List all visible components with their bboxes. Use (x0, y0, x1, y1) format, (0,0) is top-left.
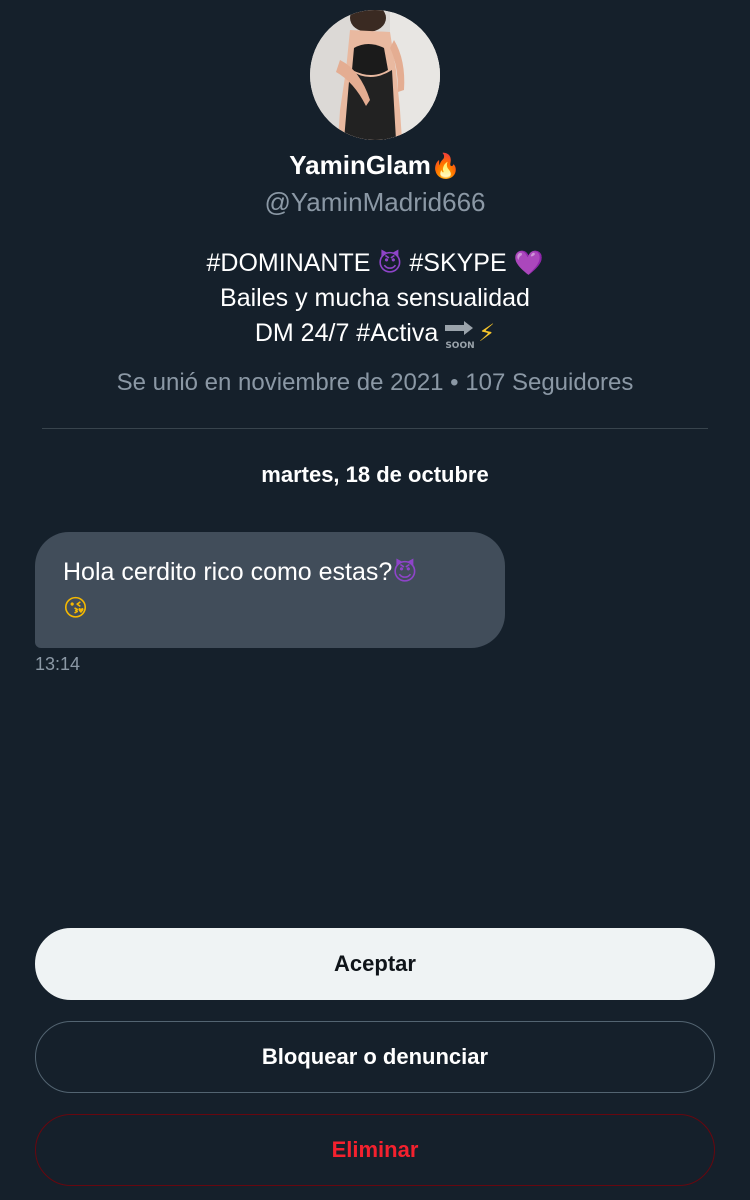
profile-handle: @YaminMadrid666 (264, 187, 486, 217)
profile-avatar[interactable] (310, 10, 440, 140)
date-separator: martes, 18 de octubre (261, 462, 489, 487)
profile-meta: Se unió en noviembre de 2021 • 107 Segui… (116, 369, 634, 396)
bio-line-3-text: DM 24/7 #Activa (254, 319, 439, 347)
avatar-photo (310, 10, 440, 140)
purple-heart-icon: 💜 (513, 249, 544, 277)
message-timestamp: 13:14 (35, 654, 81, 674)
profile-display-name: YaminGlam🔥 (0, 148, 750, 183)
smiling-devil-icon: 😈 (392, 558, 418, 586)
message-text: Hola cerdito rico como estas? (63, 558, 393, 586)
lightning-icon: ⚡ (478, 319, 496, 347)
accept-button[interactable]: Aceptar (35, 928, 715, 1000)
message-bubble[interactable]: Hola cerdito rico como estas?😈 😘 (35, 532, 505, 648)
bio-line-2: Bailes y mucha sensualidad (220, 284, 530, 312)
profile-bio: #DOMINANTE 😈 #SKYPE 💜 Bailes y mucha sen… (0, 246, 750, 351)
hashtag-skype[interactable]: #SKYPE (409, 249, 506, 277)
delete-button[interactable]: Eliminar (35, 1114, 715, 1186)
bio-line-1: #DOMINANTE 😈 #SKYPE 💜 (0, 246, 750, 281)
block-or-report-button[interactable]: Bloquear o denunciar (35, 1021, 715, 1093)
hashtag-dominante[interactable]: #DOMINANTE (207, 249, 371, 277)
soon-arrow-icon: SOON (445, 321, 475, 350)
section-divider (42, 428, 708, 429)
soon-label: SOON (446, 341, 475, 350)
bio-line-3: DM 24/7 #Activa SOON ⚡ (0, 316, 750, 351)
fire-icon: 🔥 (430, 152, 461, 180)
display-name-text: YaminGlam (289, 150, 431, 180)
smiling-devil-icon: 😈 (377, 249, 403, 277)
face-blowing-kiss-icon: 😘 (63, 594, 89, 622)
